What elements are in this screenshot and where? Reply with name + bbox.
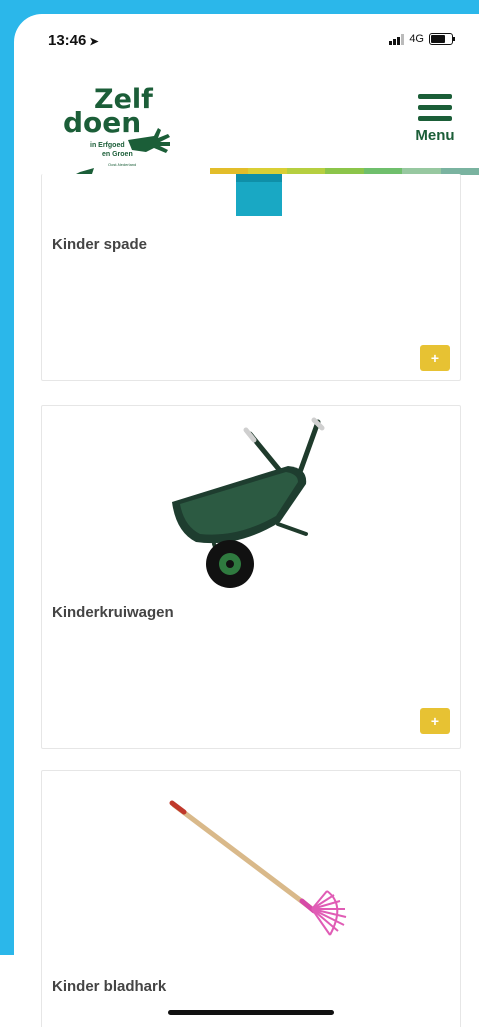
menu-button[interactable]: Menu xyxy=(411,94,459,158)
status-time: 13:46 ➤ xyxy=(48,32,99,49)
signal-icon xyxy=(389,33,405,45)
rake-image xyxy=(169,800,347,936)
add-to-cart-button[interactable]: + xyxy=(420,345,450,371)
product-name[interactable]: Kinderkruiwagen xyxy=(52,604,174,621)
battery-icon xyxy=(429,33,455,45)
menu-label: Menu xyxy=(415,127,455,144)
logo-line-3: Oost-Nederland xyxy=(108,162,137,167)
add-to-cart-button[interactable]: + xyxy=(420,708,450,734)
left-edge-strip xyxy=(0,955,14,1027)
status-indicators: 4G xyxy=(389,33,455,45)
spade-image xyxy=(236,174,282,216)
location-arrow-icon: ➤ xyxy=(89,36,99,48)
add-icon: + xyxy=(430,713,440,729)
network-type: 4G xyxy=(409,33,424,45)
menu-icon xyxy=(411,94,459,121)
product-name[interactable]: Kinder bladhark xyxy=(52,978,166,995)
time-text: 13:46 xyxy=(48,32,87,49)
wheelbarrow-image xyxy=(172,417,325,588)
logo-word-doen: doen xyxy=(63,106,142,139)
home-indicator[interactable] xyxy=(168,1010,334,1015)
product-name[interactable]: Kinder spade xyxy=(52,236,147,253)
logo-line-2: en Groen xyxy=(102,151,133,158)
add-icon: + xyxy=(430,350,440,366)
product-card[interactable]: Kinder spade + xyxy=(41,174,461,381)
logo-line-1: in Erfgoed xyxy=(90,142,125,149)
product-card[interactable]: Kinder bladhark xyxy=(41,770,461,1027)
status-bar: 13:46 ➤ 4G xyxy=(14,14,479,62)
phone-screen: 13:46 ➤ 4G Zelf doen in Erfgoed en Groen… xyxy=(14,14,479,1027)
product-card[interactable]: Kinderkruiwagen + xyxy=(41,405,461,749)
